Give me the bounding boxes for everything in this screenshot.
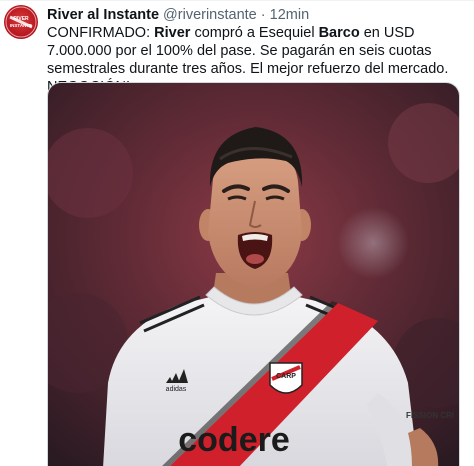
tweet-media-photo[interactable]: CARP adidas codere FISSION CRI <box>47 82 460 466</box>
kit-brand-text: adidas <box>166 386 187 393</box>
tweet-timestamp[interactable]: 12min <box>270 7 310 23</box>
author-avatar[interactable]: RIVER INSTANTE <box>4 5 38 39</box>
avatar-text-2: INSTANTE <box>10 23 32 28</box>
tweet-header: River al Instante @riverinstante · 12min <box>47 6 309 24</box>
tweet-text-bold-barco: Barco <box>318 25 360 41</box>
header-separator: · <box>260 7 266 23</box>
river-logo-icon: RIVER INSTANTE <box>5 6 37 38</box>
bokeh-light <box>337 207 409 279</box>
player-photo: CARP adidas codere FISSION CRI <box>48 83 459 466</box>
tweet-text-bold-river: River <box>154 25 191 41</box>
tweet-text-part: CONFIRMADO: <box>47 25 155 41</box>
tweet-text-part: compró a Esequiel <box>190 25 319 41</box>
author-handle[interactable]: @riverinstante <box>163 7 257 23</box>
crest-letters: CARP <box>276 373 296 380</box>
author-name[interactable]: River al Instante <box>47 7 159 23</box>
sleeve-text: FISSION CRI <box>406 411 454 420</box>
jersey-sponsor-text: codere <box>178 421 290 459</box>
tweet-card[interactable]: RIVER INSTANTE River al Instante @riveri… <box>0 0 474 466</box>
avatar-text-1: RIVER <box>13 16 29 22</box>
